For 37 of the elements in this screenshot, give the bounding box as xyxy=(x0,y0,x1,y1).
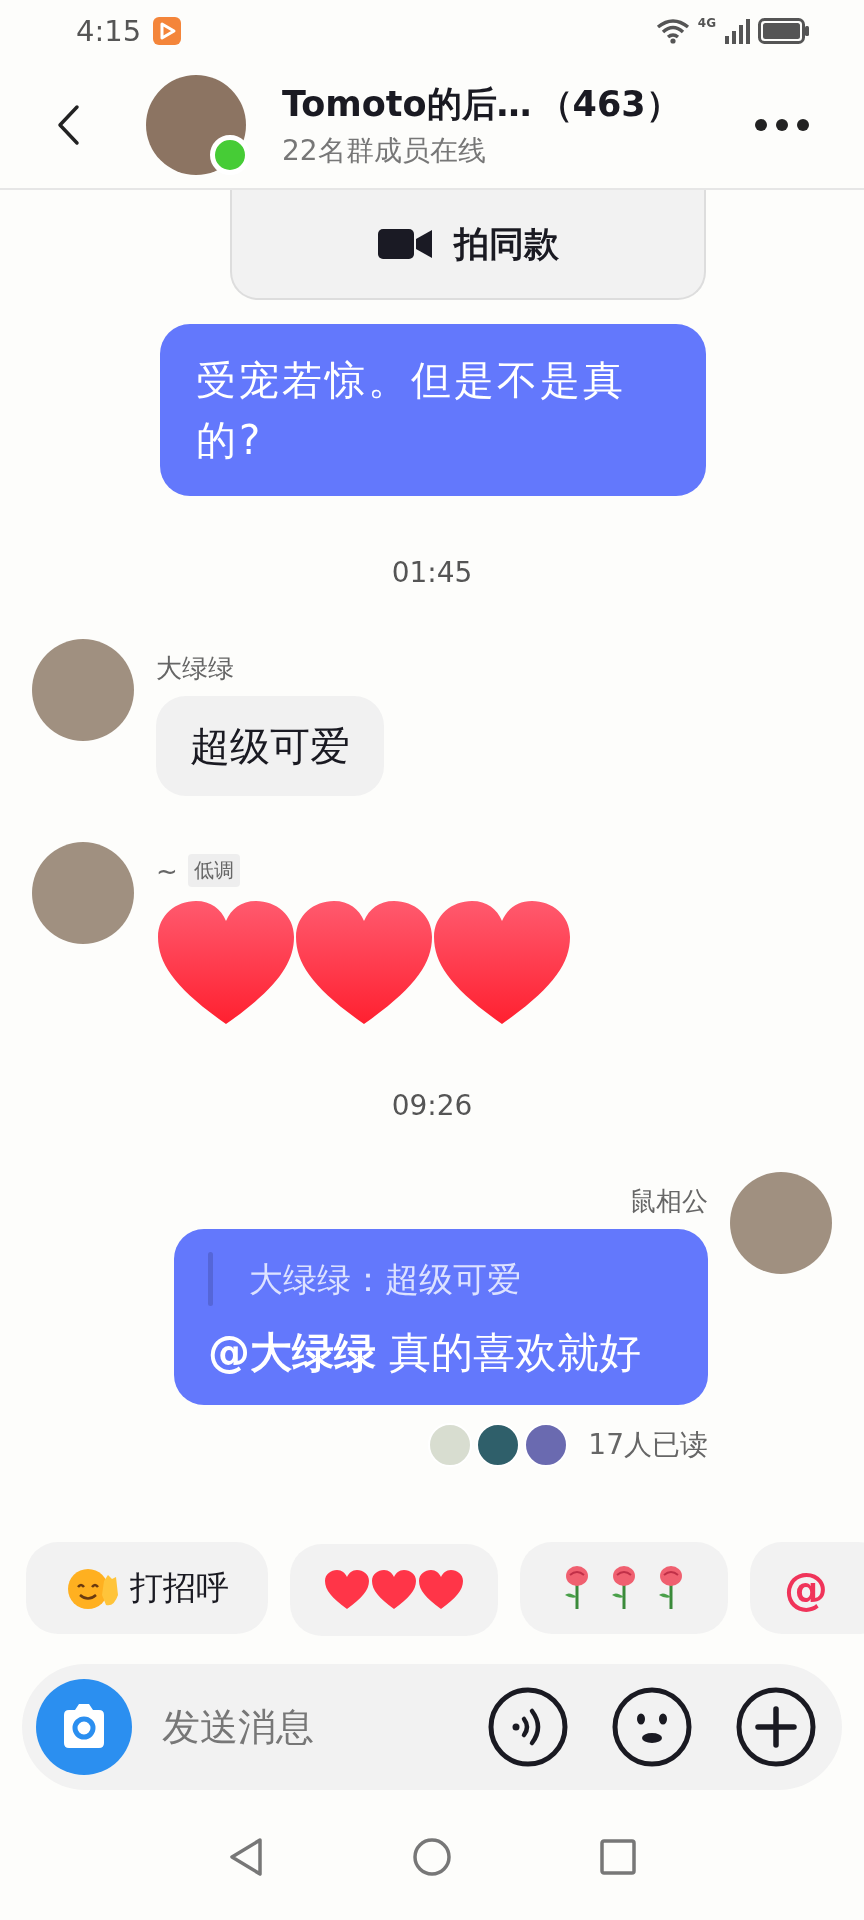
camera-button-icon[interactable] xyxy=(36,1679,132,1775)
sender-name: 鼠相公 xyxy=(630,1185,708,1218)
video-camera-icon xyxy=(377,227,432,261)
member-count: （463） xyxy=(537,82,681,126)
quick-reply-chip[interactable]: @ xyxy=(750,1542,864,1634)
quick-reply-chip[interactable]: 打招呼 xyxy=(26,1542,268,1634)
status-time: 4:15 xyxy=(76,14,142,48)
home-nav-icon[interactable] xyxy=(412,1837,452,1877)
recents-nav-icon[interactable] xyxy=(600,1839,636,1875)
online-members: 22名群成员在线 xyxy=(282,132,487,169)
group-title: Tomoto的后… xyxy=(282,82,532,126)
message-input[interactable]: 发送消息 xyxy=(160,1704,444,1750)
wifi-icon xyxy=(655,18,690,44)
message-bubble: 受宠若惊。但是不是真的? xyxy=(160,324,706,496)
shoot-same-button[interactable]: 拍同款 xyxy=(230,190,706,300)
plus-icon[interactable] xyxy=(736,1687,816,1767)
more-icon[interactable] xyxy=(754,118,810,132)
back-icon[interactable] xyxy=(56,104,80,146)
app-notification-icon xyxy=(153,17,182,45)
message-bubble: 超级可爱 xyxy=(156,696,384,796)
quick-reply-chip[interactable] xyxy=(520,1542,728,1634)
emoji-icon[interactable] xyxy=(612,1687,692,1767)
network-type: 4G xyxy=(697,16,716,30)
read-count[interactable]: 17人已读 xyxy=(588,1426,708,1464)
timestamp: 09:26 xyxy=(390,1089,474,1122)
timestamp: 01:45 xyxy=(390,556,474,589)
sender-name: 大绿绿 xyxy=(156,652,234,685)
quick-reply-chip[interactable] xyxy=(290,1544,498,1636)
member-tag: 低调 xyxy=(187,854,240,887)
back-nav-icon[interactable] xyxy=(228,1837,264,1877)
battery-icon xyxy=(758,18,810,44)
sender-name: ~ xyxy=(156,855,178,886)
message-text: @大绿绿 真的喜欢就好 xyxy=(208,1327,643,1379)
quoted-message: 大绿绿：超级可爱 xyxy=(249,1258,521,1301)
hearts-icon xyxy=(324,1569,464,1611)
signal-icon xyxy=(724,18,750,44)
voice-icon[interactable] xyxy=(488,1687,568,1767)
